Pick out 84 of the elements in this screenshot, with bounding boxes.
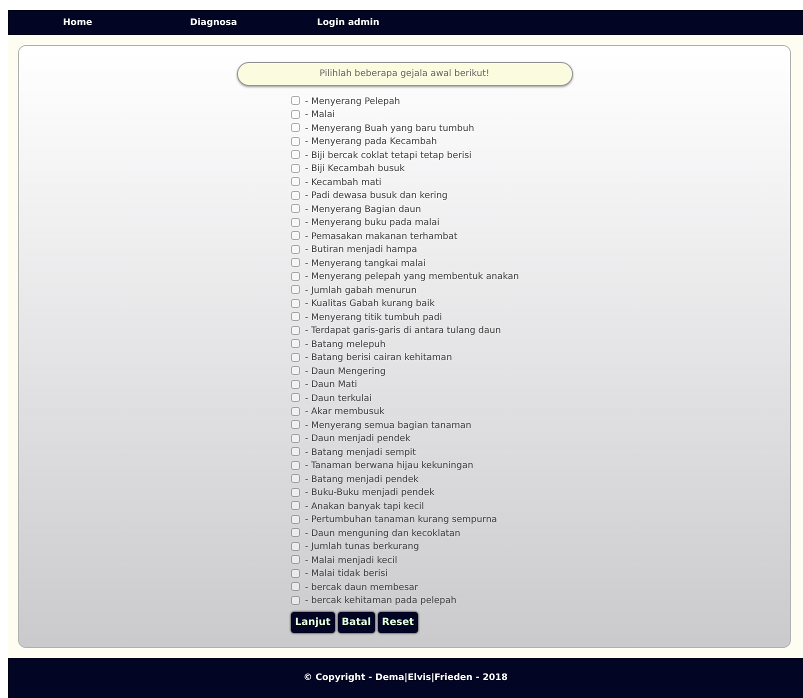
- nav-link[interactable]: Home: [63, 18, 190, 28]
- checkbox[interactable]: [291, 447, 300, 456]
- checkbox-label: - Batang menjadi sempit: [305, 448, 416, 458]
- checkbox-label: - Akar membusuk: [305, 407, 384, 418]
- checkbox[interactable]: [291, 244, 300, 254]
- checkbox-label: - Batang melepuh: [305, 340, 386, 350]
- checkbox[interactable]: [291, 596, 300, 605]
- checkbox[interactable]: [291, 460, 300, 470]
- checkbox[interactable]: [291, 582, 300, 592]
- checkbox-label: - Biji bercak coklat tetapi tetap berisi: [305, 150, 472, 161]
- checkbox-label: - Anakan banyak tapi kecil: [305, 502, 424, 512]
- checkbox[interactable]: [291, 110, 300, 119]
- checkbox-label: - Daun Mati: [305, 380, 358, 390]
- checkbox-label: - Padi dewasa busuk dan kering: [305, 191, 448, 202]
- checkbox-label: - Batang berisi cairan kehitaman: [305, 353, 452, 364]
- checkbox-label: - Menyerang tangkai malai: [305, 258, 426, 269]
- checkbox[interactable]: [291, 514, 300, 524]
- checkbox-label: - Terdapat garis-garis di antara tulang daun: [305, 326, 501, 336]
- checkbox-label: - Pemasakan makanan terhambat: [305, 232, 458, 242]
- checkbox-label: - Pertumbuhan tanaman kurang sempurna: [305, 515, 498, 526]
- checkbox-label: - Daun menjadi pendek: [305, 434, 410, 444]
- instruction-banner: Pilihlah beberapa gejala awal berikut!: [236, 62, 572, 86]
- nav-link[interactable]: Login admin: [317, 18, 444, 28]
- checkbox-label: - Malai menjadi kecil: [305, 556, 398, 566]
- checkbox[interactable]: [291, 96, 300, 106]
- checkbox[interactable]: [291, 164, 300, 173]
- checkbox[interactable]: [291, 555, 300, 564]
- checkbox[interactable]: [291, 501, 300, 510]
- form-button[interactable]: Batal: [338, 612, 375, 633]
- checkbox[interactable]: [291, 231, 300, 240]
- checkbox[interactable]: [291, 366, 300, 376]
- checkbox-label: - Kualitas Gabah kurang baik: [305, 299, 435, 310]
- copyright-text: © Copyright - Dema|Elvis|Frieden - 2018: [303, 673, 508, 683]
- checkbox[interactable]: [291, 352, 300, 362]
- checkbox[interactable]: [291, 272, 300, 281]
- checkbox-label: - Menyerang buku pada malai: [305, 218, 440, 228]
- checkbox[interactable]: [291, 393, 300, 402]
- checkbox-label: - Tanaman berwana hijau kekuningan: [305, 461, 474, 472]
- nav-link[interactable]: Diagnosa: [190, 18, 317, 28]
- checkbox[interactable]: [291, 204, 300, 214]
- checkbox-label: - Biji Kecambah busuk: [305, 164, 405, 174]
- checkbox-label: - Malai: [305, 110, 335, 120]
- checkbox-label: - Jumlah gabah menurun: [305, 286, 417, 296]
- checkbox-label: - Daun Mengering: [305, 366, 386, 377]
- checkbox-label: - Daun menguning dan kecoklatan: [305, 528, 460, 539]
- checkbox-label: - Menyerang pada Kecambah: [305, 137, 437, 148]
- checkbox[interactable]: [291, 150, 300, 160]
- checkbox[interactable]: [291, 339, 300, 348]
- checkbox-label: - bercak kehitaman pada pelepah: [305, 596, 456, 606]
- checkbox-label: - Buku-Buku menjadi pendek: [305, 488, 434, 498]
- checkbox[interactable]: [291, 190, 300, 200]
- checkbox[interactable]: [291, 488, 300, 497]
- checkbox[interactable]: [291, 123, 300, 132]
- checkbox[interactable]: [291, 542, 300, 551]
- checkbox[interactable]: [291, 474, 300, 484]
- checkbox-label: - Batang menjadi pendek: [305, 474, 419, 485]
- checkbox[interactable]: [291, 136, 300, 146]
- checkbox[interactable]: [291, 380, 300, 389]
- checkbox-label: - Menyerang semua bagian tanaman: [305, 420, 472, 431]
- checkbox-label: - Kecambah mati: [305, 178, 382, 188]
- checkbox[interactable]: [291, 312, 300, 322]
- checkbox-label: - bercak daun membesar: [305, 582, 418, 593]
- checkbox[interactable]: [291, 528, 300, 538]
- checkbox[interactable]: [291, 218, 300, 227]
- form-button[interactable]: Lanjut: [291, 612, 335, 633]
- checkbox-label: - Jumlah tunas berkurang: [305, 542, 420, 552]
- checkbox-label: - Menyerang titik tumbuh padi: [305, 312, 442, 323]
- checkbox-label: - Menyerang Pelepah: [305, 96, 400, 107]
- checkbox-label: - Malai tidak berisi: [305, 569, 388, 580]
- checkbox[interactable]: [291, 434, 300, 443]
- checkbox-label: - Daun terkulai: [305, 394, 372, 404]
- checkbox[interactable]: [291, 326, 300, 335]
- checkbox[interactable]: [291, 568, 300, 578]
- checkbox[interactable]: [291, 298, 300, 308]
- checkbox[interactable]: [291, 258, 300, 268]
- checkbox[interactable]: [291, 420, 300, 430]
- form-button[interactable]: Reset: [378, 612, 418, 633]
- checkbox[interactable]: [291, 285, 300, 294]
- checkbox[interactable]: [291, 406, 300, 416]
- checkbox-label: - Menyerang Buah yang baru tumbuh: [305, 124, 474, 134]
- checkbox-label: - Menyerang pelepah yang membentuk anakan: [305, 272, 520, 282]
- checkbox-label: - Menyerang Bagian daun: [305, 204, 422, 215]
- checkbox[interactable]: [291, 177, 300, 186]
- checkbox-label: - Butiran menjadi hampa: [305, 245, 418, 256]
